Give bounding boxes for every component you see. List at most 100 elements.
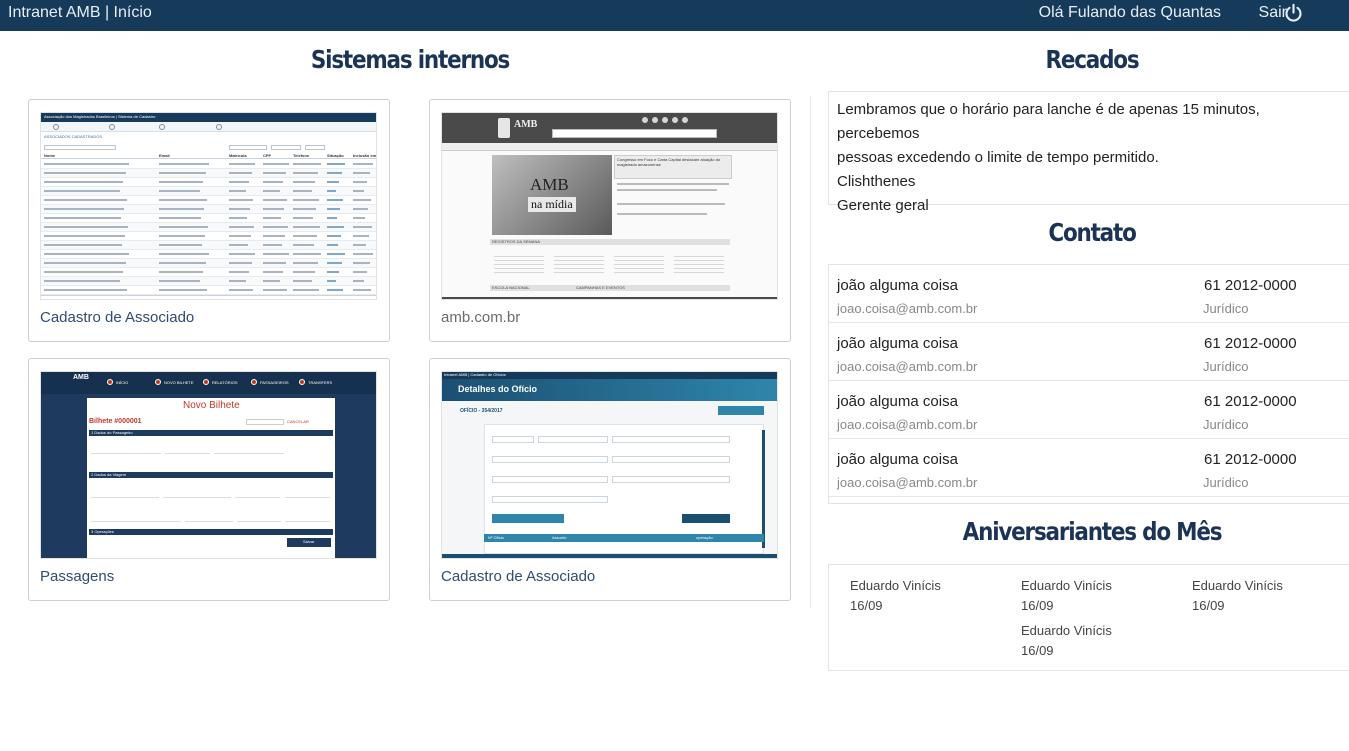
thumb-table-row [41,268,376,277]
contact-name: joão alguma coisa [837,451,958,468]
thumb-header-text: Associação dos Magistrados Brasileiros |… [44,114,156,119]
thumb-table-row [41,187,376,196]
card-label: Passagens [40,568,115,585]
thumb-table-row [41,214,376,223]
contact-name: joão alguma coisa [837,393,958,410]
thumb-oficio-col3: operação [696,535,713,540]
notice-line: pessoas excedendo o limite de tempo perm… [837,149,1159,166]
contacts-title: Contato [1048,218,1136,247]
user-greeting: Olá Fulando das Quantas [1038,4,1221,21]
thumb-passagens-save: Salvar [303,539,315,544]
site-thumbnail: AMB AMB na mídia Congresso em Foco e Car… [441,112,778,300]
thumb-column-header: Matrícula [229,153,247,158]
birthday-name: Eduardo Vinícis [1192,578,1283,593]
thumb-passagens-title: Novo Bilhete [183,400,240,411]
thumb-table-row [41,196,376,205]
birthday-date: 16/09 [1021,598,1054,613]
thumb-oficio-col1: Nº Ofício [488,535,504,540]
contact-name: joão alguma coisa [837,335,958,352]
thumb-table-row [41,178,376,187]
thumb-column-header: Email [159,153,170,158]
thumb-section-label: ASSOCIADOS CADASTRADOS [44,134,103,139]
systems-title: Sistemas internos [310,45,510,74]
system-card-cadastro[interactable]: Associação dos Magistrados Brasileiros |… [28,99,390,342]
birthday-entry: Eduardo Vinícis 16/09 [1021,576,1112,616]
thumb-menu-item: NOVO BILHETE [164,380,194,385]
thumb-banner-line2: na mídia [528,197,576,212]
contact-row: joão alguma coisa 61 2012-0000 joao.cois… [829,265,1349,323]
passagens-thumbnail: AMB INÍCIO NOVO BILHETE RELATÓRIOS PASSAGEI… [40,371,377,559]
page-title: Intranet AMB | Início [8,4,152,21]
thumb-table-row [41,259,376,268]
power-icon[interactable] [1283,3,1304,24]
card-label: amb.com.br [441,309,521,326]
birthdays-title: Aniversariantes do Mês [962,517,1223,546]
system-card-passagens[interactable]: AMB INÍCIO NOVO BILHETE RELATÓRIOS PASSAGEI… [28,358,390,601]
thumb-passagens-group1: 1 Dados do Passageiro [91,430,133,435]
contact-department: Jurídico [1203,475,1249,490]
contact-name: joão alguma coisa [837,277,958,294]
contact-row: joão alguma coisa 61 2012-0000 joao.cois… [829,381,1349,439]
birthday-date: 16/09 [850,598,883,613]
contacts-panel: joão alguma coisa 61 2012-0000 joao.cois… [828,264,1349,504]
thumb-table-row [41,241,376,250]
thumb-passagens-cancel: CANCELAR [287,419,309,424]
thumb-oficio-topbar: Intranet AMB | Cadastro de Ofícios [444,372,506,377]
contact-phone: 61 2012-0000 [1204,277,1297,294]
thumb-table-row [41,160,376,169]
thumb-oficio-col2: Assunto [552,535,567,540]
contact-phone: 61 2012-0000 [1204,393,1297,410]
birthday-date: 16/09 [1021,643,1054,658]
contact-row: joão alguma coisa 61 2012-0000 joao.cois… [829,439,1349,497]
thumb-menu-item: INÍCIO [116,380,129,385]
contact-email: joao.coisa@amb.com.br [837,475,978,490]
thumb-table-row [41,250,376,259]
system-card-oficio[interactable]: Intranet AMB | Cadastro de Ofícios Detal… [429,358,791,601]
thumb-site-section3: CAMPANHAS E EVENTOS [576,285,625,290]
cadastro-thumbnail: Associação dos Magistrados Brasileiros |… [40,112,377,300]
birthday-name: Eduardo Vinícis [850,578,941,593]
thumb-table-row [41,205,376,214]
contact-email: joao.coisa@amb.com.br [837,417,978,432]
thumb-column-header: CPF [263,153,271,158]
notice-message: Lembramos que o horário para lanche é de… [829,92,1349,224]
thumb-passagens-logo: AMB [73,374,89,381]
thumb-menu-item: TRANSFERS [308,380,333,385]
thumb-passagens-group3: 3 Operações [91,529,114,534]
column-divider [810,96,811,608]
birthdays-panel: Eduardo Vinícis 16/09 Eduardo Vinícis 16… [828,564,1349,671]
thumb-column-header: Inclusão em [353,153,377,158]
notice-signature-role: Gerente geral [837,197,929,214]
birthday-entry: Eduardo Vinícis 16/09 [1192,576,1283,616]
birthday-date: 16/09 [1192,598,1225,613]
oficio-thumbnail: Intranet AMB | Cadastro de Ofícios Detal… [441,371,778,559]
thumb-column-header: Telefone [293,153,310,158]
thumb-column-header: Situação [327,153,344,158]
thumb-table-row [41,286,376,295]
contact-row: joão alguma coisa 61 2012-0000 joao.cois… [829,323,1349,381]
notices-title: Recados [1045,45,1140,74]
thumb-site-section2: ESCOLA NACIONAL [492,285,530,290]
card-label: Cadastro de Associado [441,568,596,585]
thumb-oficio-number: OFÍCIO - 354/2017 [460,408,503,414]
contact-email: joao.coisa@amb.com.br [837,301,978,316]
thumb-table-row [41,223,376,232]
birthday-entry: Eduardo Vinícis 16/09 [1021,621,1112,661]
birthday-name: Eduardo Vinícis [1021,623,1112,638]
thumb-site-headline: Congresso em Foco e Carta Capital destac… [617,157,721,167]
thumb-banner-line1: AMB [530,175,569,194]
contact-department: Jurídico [1203,417,1249,432]
thumb-column-header: Nome [44,153,56,158]
thumb-table-row [41,277,376,286]
thumb-passagens-ticket: Bilhete #000001 [89,418,142,425]
contact-phone: 61 2012-0000 [1204,335,1297,352]
birthday-name: Eduardo Vinícis [1021,578,1112,593]
notices-panel: Lembramos que o horário para lanche é de… [828,91,1349,214]
contact-department: Jurídico [1203,359,1249,374]
thumb-oficio-title: Detalhes do Ofício [458,384,538,394]
contact-email: joao.coisa@amb.com.br [837,359,978,374]
birthday-entry: Eduardo Vinícis 16/09 [850,576,941,616]
notice-signature: Clishthenes [837,173,916,190]
thumb-site-section1: REGISTROS DA SEMANA [492,239,541,244]
system-card-site[interactable]: AMB AMB na mídia Congresso em Foco e Car… [429,99,791,342]
